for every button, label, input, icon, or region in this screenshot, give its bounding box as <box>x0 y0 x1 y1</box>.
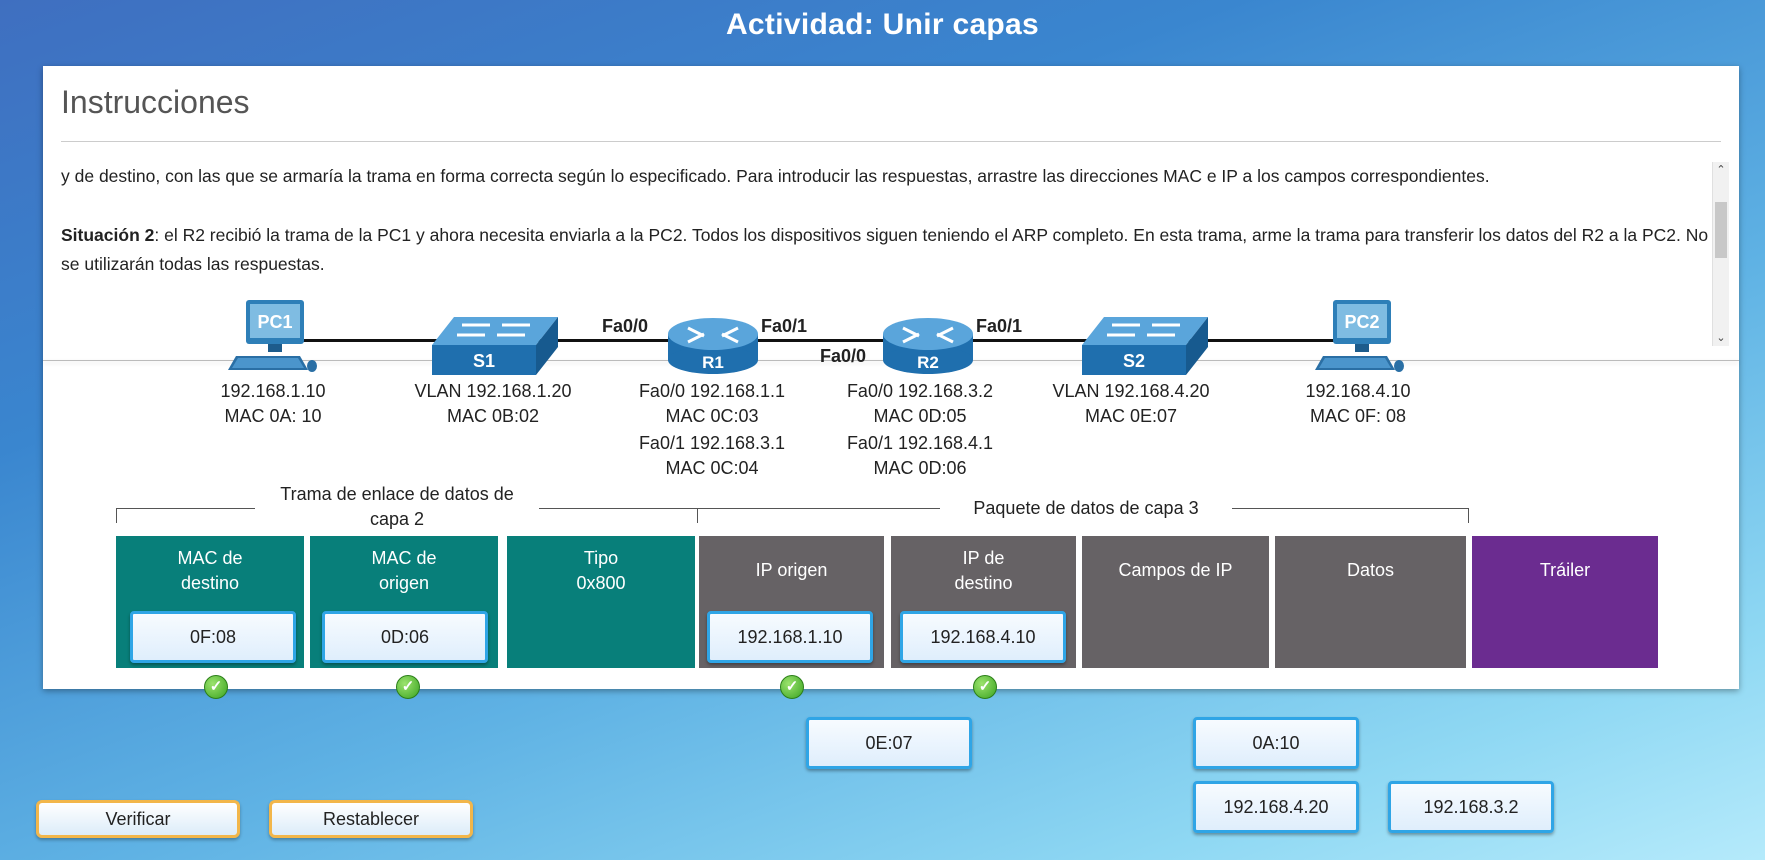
r1-fa01-ip: Fa0/1 192.168.3.1 <box>638 433 786 453</box>
s2-info: VLAN 192.168.4.20 MAC 0E:07 <box>1031 379 1231 429</box>
s2-vlan: VLAN 192.168.4.20 <box>1052 381 1210 401</box>
svg-text:PC1: PC1 <box>257 312 292 332</box>
situation-label: Situación 2 <box>61 225 155 245</box>
field-type-label: Tipo 0x800 <box>576 548 626 593</box>
check-icon: ✓ <box>780 675 804 699</box>
answer-tile[interactable]: 0E:07 <box>806 717 972 769</box>
r1-fa01-mac: MAC 0C:04 <box>665 458 759 478</box>
port-r1-fa00: Fa0/0 <box>602 316 649 336</box>
placed-ip-src[interactable]: 192.168.1.10 <box>707 611 873 663</box>
pc2-mac: MAC 0F: 08 <box>1309 406 1407 426</box>
placed-mac-src[interactable]: 0D:06 <box>322 611 488 663</box>
field-ip-dest-label: IP de destino <box>954 548 1013 593</box>
router-r1-icon: R1 <box>668 318 758 374</box>
s1-mac: MAC 0B:02 <box>446 406 540 426</box>
check-icon: ✓ <box>204 675 228 699</box>
r2-fa01-ip: Fa0/1 192.168.4.1 <box>846 433 994 453</box>
placed-mac-dest[interactable]: 0F:08 <box>130 611 296 663</box>
s2-mac: MAC 0E:07 <box>1084 406 1178 426</box>
layer2-label: Trama de enlace de datos de capa 2 <box>255 482 539 532</box>
pc2-ip: 192.168.4.10 <box>1305 381 1411 401</box>
field-mac-dest-label: MAC de destino <box>177 548 243 593</box>
field-trailer-label: Tráiler <box>1539 560 1591 580</box>
switch-s1-icon: S1 <box>432 317 558 375</box>
scroll-up-icon[interactable]: ⌃ <box>1713 162 1729 178</box>
pc2-icon: PC2 <box>1315 300 1404 372</box>
pc2-info: 192.168.4.10 MAC 0F: 08 <box>1278 379 1438 429</box>
s1-vlan: VLAN 192.168.1.20 <box>414 381 572 401</box>
r2-info: Fa0/0 192.168.3.2 MAC 0D:05 Fa0/1 192.16… <box>820 379 1020 481</box>
pc1-icon: PC1 <box>228 300 317 372</box>
r1-info: Fa0/0 192.168.1.1 MAC 0C:03 Fa0/1 192.16… <box>612 379 812 481</box>
placed-ip-dest[interactable]: 192.168.4.10 <box>900 611 1066 663</box>
r2-fa00-ip: Fa0/0 192.168.3.2 <box>846 381 994 401</box>
r1-fa00-ip: Fa0/0 192.168.1.1 <box>638 381 786 401</box>
field-trailer: Tráiler <box>1472 536 1658 668</box>
verify-button[interactable]: Verificar <box>36 800 240 838</box>
svg-text:R2: R2 <box>917 353 939 372</box>
router-r2-icon: R2 <box>883 318 973 374</box>
svg-text:PC2: PC2 <box>1344 312 1379 332</box>
field-ip-fields-label: Campos de IP <box>1118 560 1233 580</box>
field-data-label: Datos <box>1346 560 1395 580</box>
r2-fa00-mac: MAC 0D:05 <box>873 406 967 426</box>
check-icon: ✓ <box>973 675 997 699</box>
field-ip-fields: Campos de IP <box>1082 536 1269 668</box>
situation-paragraph: Situación 2: el R2 recibió la trama de l… <box>61 221 1711 279</box>
port-r1-fa01: Fa0/1 <box>761 316 808 336</box>
r1-fa00-mac: MAC 0C:03 <box>665 406 759 426</box>
port-r2-fa01: Fa0/1 <box>976 316 1023 336</box>
scroll-down-icon[interactable]: ⌄ <box>1713 330 1729 346</box>
answer-tile[interactable]: 192.168.3.2 <box>1388 781 1554 833</box>
switch-s2-icon: S2 <box>1082 317 1208 375</box>
pc1-info: 192.168.1.10 MAC 0A: 10 <box>193 379 353 429</box>
svg-text:R1: R1 <box>702 353 724 372</box>
instructions-paragraph: y de destino, con las que se armaría la … <box>61 166 1490 186</box>
field-mac-src-label: MAC de origen <box>371 548 437 593</box>
port-r2-fa00: Fa0/0 <box>820 346 867 366</box>
activity-title: Actividad: Unir capas <box>725 8 1040 41</box>
svg-text:S2: S2 <box>1123 351 1145 371</box>
situation-text: : el R2 recibió la trama de la PC1 y aho… <box>61 225 1709 274</box>
field-type: Tipo 0x800 <box>507 536 695 668</box>
field-data: Datos <box>1275 536 1466 668</box>
pc1-ip: 192.168.1.10 <box>220 381 326 401</box>
check-icon: ✓ <box>396 675 420 699</box>
pc1-mac: MAC 0A: 10 <box>224 406 322 426</box>
reset-button[interactable]: Restablecer <box>269 800 473 838</box>
instructions-heading: Instrucciones <box>61 84 250 120</box>
r2-fa01-mac: MAC 0D:06 <box>873 458 967 478</box>
layer3-label: Paquete de datos de capa 3 <box>940 496 1232 521</box>
s1-info: VLAN 192.168.1.20 MAC 0B:02 <box>393 379 593 429</box>
answer-tile[interactable]: 192.168.4.20 <box>1193 781 1359 833</box>
instructions-divider <box>61 141 1721 142</box>
scroll-thumb[interactable] <box>1715 202 1727 258</box>
answer-tile[interactable]: 0A:10 <box>1193 717 1359 769</box>
svg-text:S1: S1 <box>473 351 495 371</box>
instructions-scrollbar[interactable]: ⌃ ⌄ <box>1712 162 1729 346</box>
field-ip-src-label: IP origen <box>755 560 828 580</box>
